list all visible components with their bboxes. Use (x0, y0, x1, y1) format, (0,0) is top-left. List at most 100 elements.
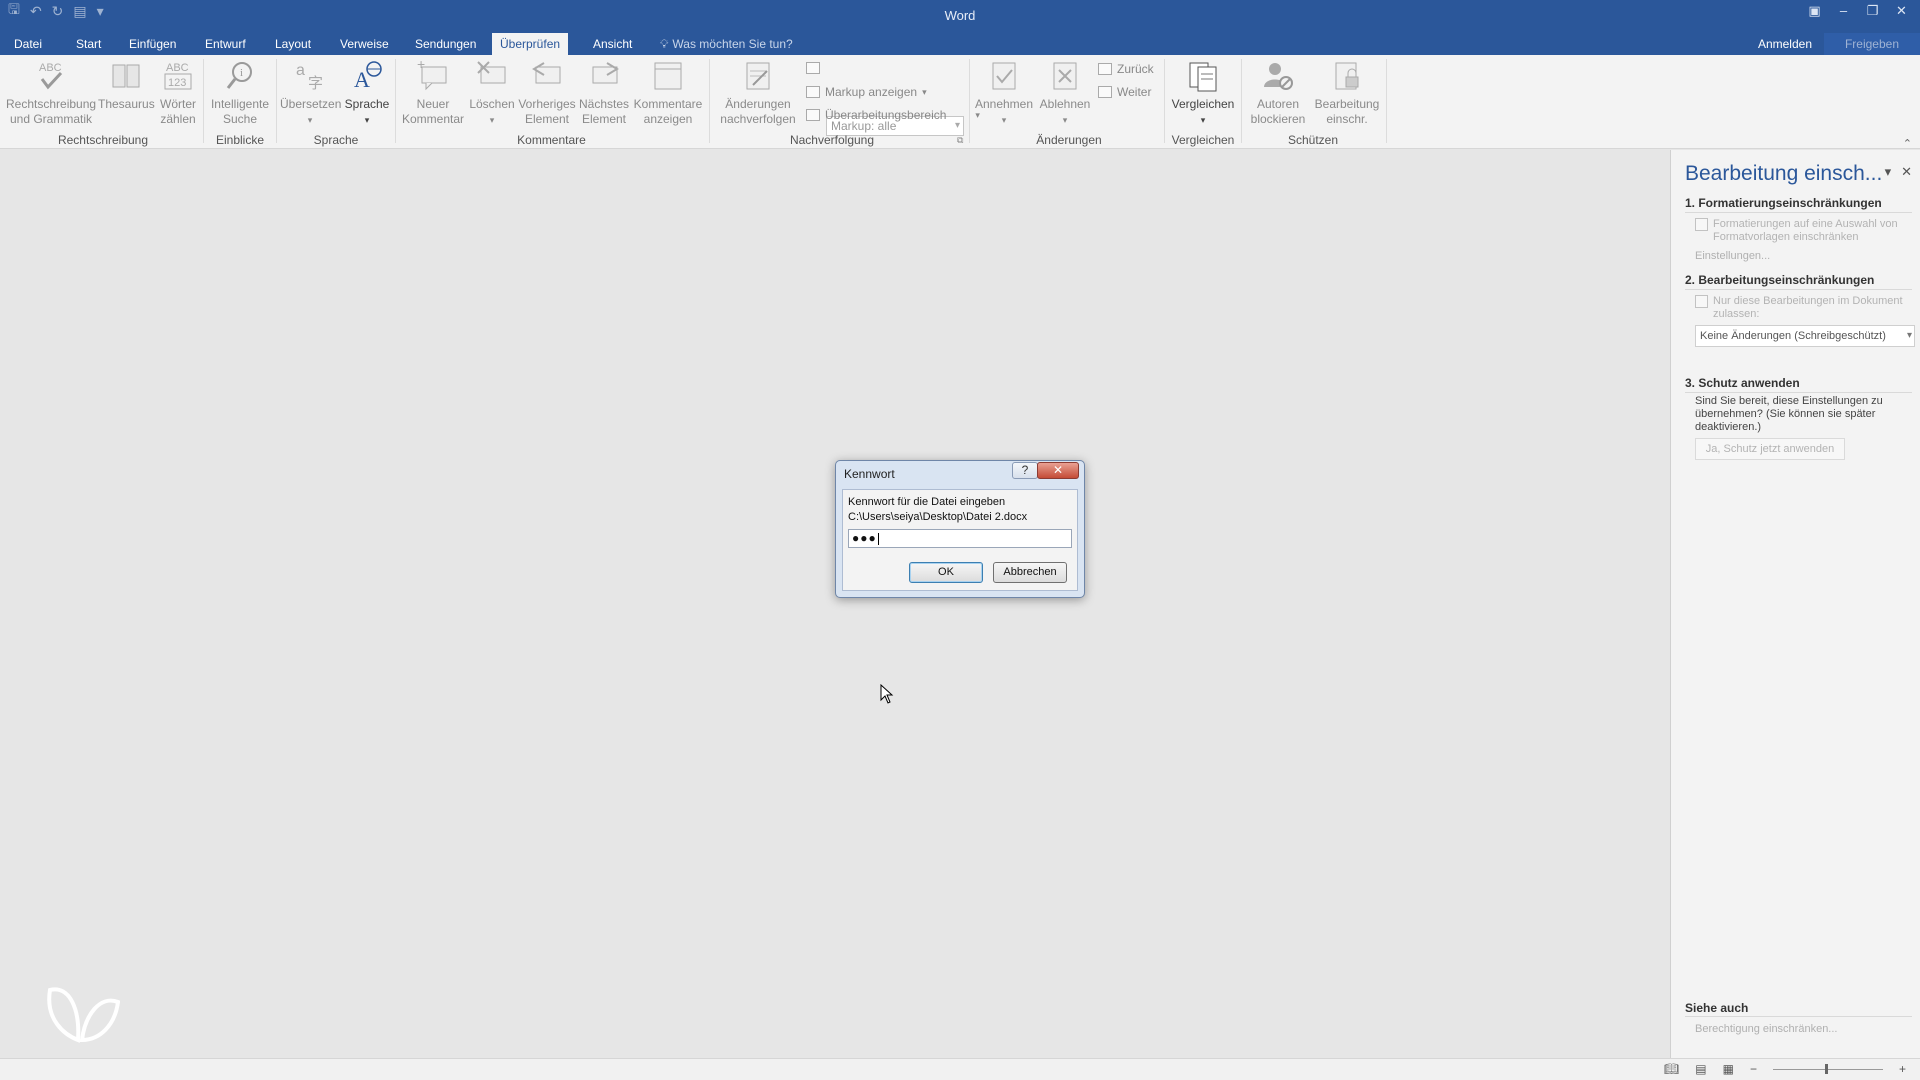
next-change-button[interactable]: Weiter (1098, 85, 1151, 99)
print-layout-icon[interactable]: ▤ (1695, 1062, 1706, 1076)
apply-protection-button[interactable]: Ja, Schutz jetzt anwenden (1695, 438, 1845, 460)
delete-comment-icon (477, 61, 506, 84)
tab-einfuegen[interactable]: Einfügen (121, 33, 184, 55)
reviewing-pane-icon (806, 109, 820, 121)
dialog-title: Kennwort (844, 467, 895, 481)
reject-icon (1053, 62, 1077, 90)
web-layout-icon[interactable]: ▦ (1723, 1062, 1734, 1076)
svg-text:字: 字 (308, 75, 323, 92)
next-comment-icon (592, 62, 619, 84)
pane-close-icon[interactable]: ✕ (1901, 164, 1912, 180)
show-comments-button[interactable]: Kommentare anzeigen (632, 59, 704, 127)
next-comment-button[interactable]: Nächstes Element (578, 59, 630, 127)
track-changes-icon (746, 62, 770, 90)
settings-link[interactable]: Einstellungen... (1695, 250, 1770, 262)
close-window-icon[interactable]: ✕ (1887, 0, 1916, 22)
ribbon-separator (395, 59, 396, 143)
language-icon: A (354, 61, 382, 92)
group-label-changes: Änderungen (1036, 133, 1102, 147)
restrict-editing-button[interactable]: Bearbeitung einschr. (1312, 59, 1382, 127)
formatting-restriction-checkbox[interactable] (1695, 218, 1708, 231)
new-comment-icon: + (417, 59, 447, 91)
restore-icon[interactable]: ❐ (1858, 0, 1887, 22)
mouse-cursor-icon (880, 684, 894, 704)
pane-options-icon[interactable]: ▾ (1885, 164, 1892, 180)
tab-start[interactable]: Start (68, 33, 109, 55)
minimize-icon[interactable]: – (1829, 0, 1858, 22)
pane-controls: ▾ ✕ (1885, 164, 1912, 180)
delete-comment-button[interactable]: Löschen ▾ (468, 59, 516, 128)
collapse-ribbon-icon[interactable]: ⌃ (1903, 137, 1912, 150)
share-button[interactable]: Freigeben (1824, 33, 1920, 55)
show-markup-icon (806, 86, 820, 98)
language-button[interactable]: A Sprache ▾ (342, 59, 392, 128)
block-authors-button[interactable]: Autoren blockieren (1244, 59, 1312, 127)
butterfly-logo-icon (47, 987, 120, 1043)
tab-datei[interactable]: Datei (6, 33, 50, 55)
spelling-label-1: Rechtschreibung (6, 97, 97, 111)
editing-restriction-checkbox[interactable] (1695, 295, 1708, 308)
translate-button[interactable]: a字 Übersetzen ▾ (280, 59, 342, 128)
ribbon-separator (1386, 59, 1387, 143)
group-label-comments: Kommentare (517, 133, 586, 147)
ribbon-display-options-icon[interactable]: ▣ (1800, 0, 1829, 22)
word-count-label-1: Wörter (160, 97, 196, 111)
restrict-permission-link[interactable]: Berechtigung einschränken... (1695, 1023, 1837, 1035)
tab-verweise[interactable]: Verweise (332, 33, 397, 55)
signin-link[interactable]: Anmelden (1758, 33, 1812, 55)
tab-ansicht[interactable]: Ansicht (585, 33, 640, 55)
translate-label: Übersetzen (280, 97, 342, 111)
tab-ueberpruefen[interactable]: Überprüfen (492, 33, 569, 55)
read-mode-icon[interactable]: 📖︎ (1664, 1062, 1679, 1076)
zoom-slider[interactable] (1772, 1063, 1883, 1074)
smart-lookup-button[interactable]: i Intelligente Suche (207, 59, 273, 127)
document-area[interactable] (0, 150, 1670, 1058)
previous-change-button[interactable]: Zurück (1098, 62, 1154, 76)
new-comment-label-1: Neuer (416, 97, 450, 111)
tab-sendungen[interactable]: Sendungen (407, 33, 484, 55)
previous-comment-button[interactable]: Vorheriges Element (518, 59, 576, 127)
reject-label: Ablehnen (1039, 97, 1091, 111)
apply-protection-label: Ja, Schutz jetzt anwenden (1705, 443, 1835, 455)
new-comment-button[interactable]: + Neuer Kommentar (399, 59, 467, 127)
protection-description: Sind Sie bereit, diese Einstellungen zu … (1695, 395, 1883, 433)
previous-comment-label-2: Element (524, 112, 570, 126)
restrict-editing-label-1: Bearbeitung (1314, 97, 1380, 111)
tracking-options-launcher-icon[interactable]: ⧉ (957, 135, 963, 146)
reject-button[interactable]: Ablehnen ▾ (1036, 59, 1094, 128)
ok-button[interactable]: OK (909, 562, 983, 583)
zoom-in-icon[interactable]: + (1899, 1062, 1906, 1076)
svg-text:ABC: ABC (39, 62, 62, 74)
thesaurus-label: Thesaurus (98, 97, 155, 111)
show-markup-button[interactable]: Markup anzeigen ▾ (806, 85, 927, 99)
ribbon-tabs: Datei Start Einfügen Entwurf Layout Verw… (0, 33, 1920, 55)
ribbon-separator (1164, 59, 1165, 143)
pane-title: Bearbeitung einsch... (1685, 162, 1883, 185)
accept-button[interactable]: Annehmen ▾ (974, 59, 1034, 128)
spelling-grammar-button[interactable]: ABC Rechtschreibung und Grammatik (6, 59, 96, 127)
zoom-out-icon[interactable]: − (1750, 1062, 1757, 1076)
compare-button[interactable]: Vergleichen ▾ (1168, 59, 1238, 128)
ribbon-separator (709, 59, 710, 143)
thesaurus-icon (112, 64, 140, 88)
cancel-button[interactable]: Abbrechen (993, 562, 1067, 583)
pane-divider (1685, 289, 1912, 290)
new-comment-label-2: Kommentar (401, 112, 465, 126)
dialog-close-button[interactable]: ✕ (1037, 462, 1079, 479)
reviewing-pane-button[interactable]: Überarbeitungsbereich ▾ (806, 108, 980, 122)
word-count-button[interactable]: ABC 123 Wörter zählen (156, 59, 200, 127)
tell-me-box[interactable]: 💡︎ Was möchten Sie tun? (660, 33, 793, 55)
status-bar: 📖︎ ▤ ▦ − + (0, 1058, 1920, 1080)
password-input[interactable]: ●●● (848, 529, 1072, 548)
see-also-heading: Siehe auch (1685, 1001, 1749, 1015)
thesaurus-button[interactable]: Thesaurus (98, 59, 155, 112)
track-changes-button[interactable]: Änderungen nachverfolgen (714, 59, 802, 127)
help-button[interactable]: ? (1012, 462, 1038, 479)
pane-divider (1685, 212, 1912, 213)
translate-dropdown-icon: ▾ (307, 115, 313, 125)
tab-entwurf[interactable]: Entwurf (197, 33, 254, 55)
editing-type-select[interactable]: Keine Änderungen (Schreibgeschützt) (1695, 325, 1915, 347)
group-label-insights: Einblicke (215, 133, 265, 147)
tab-layout[interactable]: Layout (267, 33, 319, 55)
markup-display-icon (806, 62, 820, 74)
